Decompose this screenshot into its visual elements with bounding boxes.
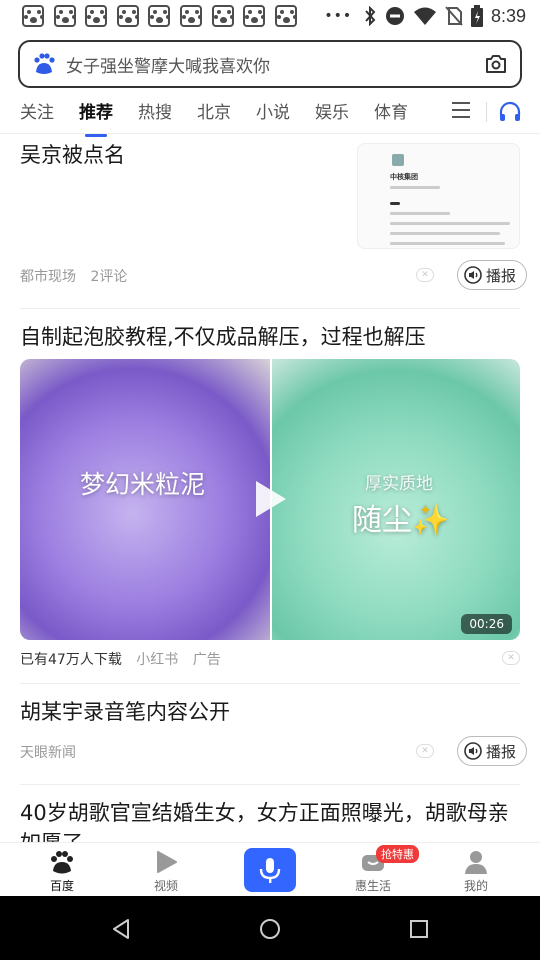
play-icon[interactable] xyxy=(256,481,286,517)
deal-badge: 抢特惠 xyxy=(376,845,419,863)
thumbnail-text-line xyxy=(390,232,500,235)
speaker-icon xyxy=(464,742,482,760)
baidu-paw-icon xyxy=(34,53,55,74)
nav-label: 惠生活 xyxy=(354,879,391,893)
divider xyxy=(0,133,540,134)
dismiss-icon[interactable]: ✕ xyxy=(416,744,434,758)
paw-icon xyxy=(211,5,234,27)
video-play-icon xyxy=(157,851,177,873)
download-count: 已有47万人下载 xyxy=(20,652,122,668)
tab-recommend[interactable]: 推荐 xyxy=(79,98,113,137)
tab-entertainment[interactable]: 娱乐 xyxy=(315,98,349,127)
thumbnail-text-line xyxy=(390,222,510,225)
tab-beijing[interactable]: 北京 xyxy=(197,98,231,127)
nav-label: 视频 xyxy=(153,879,178,893)
video-duration: 00:26 xyxy=(461,614,512,634)
divider xyxy=(20,683,520,684)
ad-source: 小红书 xyxy=(136,652,179,668)
camera-icon[interactable] xyxy=(484,52,508,76)
recents-icon[interactable] xyxy=(408,918,430,940)
thumbnail-text-line xyxy=(390,186,440,189)
read-aloud-button[interactable]: 播报 xyxy=(457,260,528,290)
wifi-icon xyxy=(413,7,436,25)
paw-icon xyxy=(85,5,108,27)
nav-label: 百度 xyxy=(49,879,74,893)
ad-title[interactable]: 自制起泡胶教程,不仅成品解压，过程也解压 xyxy=(20,322,520,352)
ad-label: 广告 xyxy=(192,652,221,668)
read-aloud-label: 播报 xyxy=(486,266,517,285)
bottom-nav: 百度 视频 惠生活 抢特惠 我的 xyxy=(0,842,540,896)
speaker-icon xyxy=(464,266,482,284)
do-not-disturb-icon xyxy=(385,7,404,25)
read-aloud-button[interactable]: 播报 xyxy=(457,736,528,766)
news-title[interactable]: 40岁胡歌官宣结婚生女，女方正面照曝光，胡歌母亲如愿了 xyxy=(20,798,520,842)
thumbnail-org-name: 中核集团 xyxy=(390,173,418,181)
system-nav-bar xyxy=(0,896,540,960)
more-notifications-icon: ••• xyxy=(324,8,353,24)
tab-novel[interactable]: 小说 xyxy=(256,98,290,127)
user-icon xyxy=(465,851,487,874)
video-caption-left: 梦幻米粒泥 xyxy=(80,470,206,499)
news-source: 都市现场 xyxy=(20,269,76,285)
back-icon[interactable] xyxy=(110,918,132,940)
battery-icon xyxy=(470,5,483,27)
clock: 8:39 xyxy=(490,5,526,26)
paw-icon xyxy=(53,5,76,27)
no-sim-icon xyxy=(445,6,463,26)
bluetooth-icon xyxy=(365,6,376,26)
news-source: 天眼新闻 xyxy=(20,745,76,761)
divider xyxy=(20,308,520,309)
paw-icon xyxy=(243,5,266,27)
thumbnail-text-line xyxy=(390,212,450,215)
ad-item[interactable]: 自制起泡胶教程,不仅成品解压，过程也解压 xyxy=(20,322,520,352)
tab-sports[interactable]: 体育 xyxy=(374,98,408,127)
headphones-icon[interactable] xyxy=(498,100,522,124)
org-logo-icon xyxy=(392,154,404,166)
nav-label: 我的 xyxy=(463,879,488,893)
tab-follow[interactable]: 关注 xyxy=(20,98,54,127)
channel-tabs: 关注 推荐 热搜 北京 小说 娱乐 体育 xyxy=(0,92,540,137)
divider xyxy=(486,102,487,122)
home-icon[interactable] xyxy=(259,918,281,940)
video-caption-right: 随尘✨ xyxy=(352,503,450,538)
news-meta: 天眼新闻 xyxy=(20,742,86,762)
baidu-home-icon xyxy=(51,851,73,874)
nav-me[interactable]: 我的 xyxy=(436,847,516,894)
paw-icon xyxy=(274,5,297,27)
dismiss-icon[interactable]: ✕ xyxy=(502,651,520,665)
thumbnail-text-line xyxy=(390,202,400,205)
menu-icon[interactable] xyxy=(452,102,470,118)
news-meta: 都市现场 2评论 xyxy=(20,266,137,286)
ad-video[interactable]: 梦幻米粒泥 厚实质地 随尘✨ 00:26 xyxy=(20,359,520,640)
thumbnail-text-line xyxy=(390,242,505,245)
nav-video[interactable]: 视频 xyxy=(126,847,206,894)
comment-count[interactable]: 2评论 xyxy=(90,269,127,285)
status-bar: ••• 8:39 xyxy=(0,0,540,32)
divider xyxy=(20,784,520,785)
paw-icon xyxy=(179,5,202,27)
news-title[interactable]: 胡某宇录音笔内容公开 xyxy=(20,697,520,727)
paw-icon xyxy=(116,5,139,27)
news-item[interactable]: 40岁胡歌官宣结婚生女，女方正面照曝光，胡歌母亲如愿了 xyxy=(20,798,520,842)
nav-baidu[interactable]: 百度 xyxy=(22,847,102,894)
search-input[interactable]: 女子强坐警摩大喊我喜欢你 xyxy=(66,52,484,77)
tab-hot[interactable]: 热搜 xyxy=(138,98,172,127)
video-caption-right-top: 厚实质地 xyxy=(365,474,433,494)
news-thumbnail[interactable]: 中核集团 xyxy=(357,143,520,249)
microphone-icon xyxy=(259,858,281,883)
ad-meta: 已有47万人下载 小红书 广告 xyxy=(20,649,231,669)
search-bar[interactable]: 女子强坐警摩大喊我喜欢你 xyxy=(18,40,522,88)
read-aloud-label: 播报 xyxy=(486,742,517,761)
voice-search-button[interactable] xyxy=(244,848,296,892)
paw-icon xyxy=(148,5,171,27)
paw-icon xyxy=(22,5,44,27)
news-item[interactable]: 胡某宇录音笔内容公开 xyxy=(20,697,520,727)
dismiss-icon[interactable]: ✕ xyxy=(416,268,434,282)
